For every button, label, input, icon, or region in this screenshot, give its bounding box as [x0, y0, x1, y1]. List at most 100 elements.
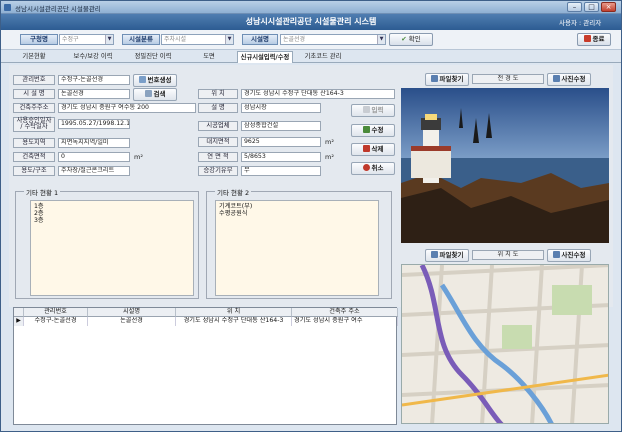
- building-area-label: 건축면적: [13, 152, 55, 162]
- folder-icon: [430, 75, 438, 82]
- elevator-field[interactable]: 무: [241, 166, 321, 176]
- mgmt-no-field[interactable]: 수정구-논골선경: [58, 75, 130, 85]
- use-struct-label: 용도/구조: [13, 166, 55, 176]
- other-status2-group: 기타 현황 2 기계코트(부) 수평공원식: [206, 187, 392, 299]
- photo-title: 전 경 도: [472, 74, 544, 84]
- site-area-field[interactable]: 9625: [241, 137, 321, 147]
- contractor-label: 시공업체: [198, 121, 238, 131]
- column-header[interactable]: 관리번호: [24, 308, 88, 317]
- row-selector-icon[interactable]: ▶: [14, 317, 24, 326]
- type-label: 시설분류: [122, 34, 160, 45]
- table-cell[interactable]: 경기도 성남시 중원구 여수: [292, 317, 398, 326]
- facility-select[interactable]: 논골선경 ▼: [280, 34, 386, 45]
- search-icon: [144, 90, 152, 97]
- photo-icon: [552, 251, 560, 258]
- contractor-field[interactable]: 삼성종합건설: [241, 121, 321, 131]
- designer-label: 설 명: [198, 103, 238, 113]
- photo-find-file-button[interactable]: 파일찾기: [425, 73, 469, 86]
- cancel-button[interactable]: 취소: [351, 162, 395, 175]
- number-icon: [138, 76, 146, 83]
- tab-repair-history[interactable]: 보수/보강 이력: [65, 51, 121, 63]
- exit-button[interactable]: 종료: [577, 33, 611, 46]
- confirm-button[interactable]: ✔ 확인: [389, 33, 433, 46]
- tab-inspection-history[interactable]: 정밀진단 이력: [127, 51, 179, 63]
- map-find-file-button[interactable]: 파일찾기: [425, 249, 469, 262]
- app-window: 성남시시설관리공단 시설물관리 – □ × 성남시시설관리공단 시설물관리 시스…: [0, 0, 622, 432]
- zoning-field[interactable]: 지면녹지지역/일미: [58, 138, 130, 148]
- tab-new-facility[interactable]: 신규시설입력/수정: [237, 51, 293, 63]
- input-button[interactable]: 입력: [351, 104, 395, 117]
- column-header[interactable]: 위 치: [176, 308, 292, 317]
- lighthouse-image: [401, 88, 609, 243]
- system-title: 성남시시설관리공단 시설물관리 시스템: [245, 17, 377, 26]
- owner-addr-field[interactable]: 경기도 성남시 중원구 여수동 200: [58, 103, 196, 113]
- column-header[interactable]: 건축주 주소: [292, 308, 398, 317]
- unit-m2: m²: [325, 138, 334, 146]
- row-header-cell: [14, 308, 24, 317]
- folder-icon: [430, 251, 438, 258]
- table-cell[interactable]: 논골선경: [88, 317, 176, 326]
- window-title: 성남시시설관리공단 시설물관리: [15, 5, 101, 13]
- user-label: 사용자 : 관리자: [559, 19, 602, 27]
- mgmt-no-label: 관리번호: [13, 75, 55, 85]
- edit-button[interactable]: 수정: [351, 124, 395, 137]
- map-title: 위 치 도: [472, 250, 544, 260]
- check-icon: ✔: [401, 35, 407, 43]
- unit-m2: m²: [134, 153, 143, 161]
- region-label: 구청명: [20, 34, 58, 45]
- delete-icon: [362, 145, 370, 152]
- photo-icon: [552, 75, 560, 82]
- tab-base-codes[interactable]: 기초코드 관리: [297, 51, 349, 63]
- edit-icon: [362, 126, 370, 133]
- approval-label: 사용승인일자 / 수탁일자: [13, 117, 55, 132]
- floor-area-field[interactable]: 5/8653: [241, 152, 321, 162]
- app-icon: [4, 4, 11, 11]
- building-area-field[interactable]: 0: [58, 152, 130, 162]
- close-button[interactable]: ×: [601, 2, 616, 12]
- region-select[interactable]: 수정구 ▼: [59, 34, 114, 45]
- unit-m2: m²: [325, 153, 334, 161]
- tab-drawings[interactable]: 도면: [191, 51, 227, 63]
- input-icon: [362, 106, 370, 113]
- tab-basic-status[interactable]: 기본현황: [15, 51, 53, 63]
- cancel-icon: [362, 164, 370, 171]
- approval-field[interactable]: 1995.05.27/1998.12.19: [58, 119, 130, 129]
- other-status1-label: 기타 현황 1: [24, 187, 61, 197]
- photo-edit-button[interactable]: 사진수정: [547, 73, 591, 86]
- facility-photo: [401, 88, 609, 243]
- location-label: 위 치: [198, 89, 238, 99]
- location-field[interactable]: 경기도 성남시 수정구 단대동 산164-3: [241, 89, 395, 99]
- search-button[interactable]: 검색: [133, 88, 177, 101]
- other-status1-textarea[interactable]: 1층 2층 3층: [30, 200, 194, 296]
- number-gen-button[interactable]: 번호생성: [133, 74, 177, 87]
- column-header[interactable]: 시설명: [88, 308, 176, 317]
- floor-area-label: 연 면 적: [198, 152, 238, 162]
- chevron-down-icon: ▼: [105, 35, 113, 44]
- table-cell[interactable]: 경기도 성남시 수정구 단대동 산164-3: [176, 317, 292, 326]
- type-select[interactable]: 주차시설 ▼: [161, 34, 234, 45]
- elevator-label: 승강기유무: [198, 166, 238, 176]
- minimize-button[interactable]: –: [567, 2, 582, 12]
- location-map: [401, 264, 609, 424]
- designer-field[interactable]: 성남시장: [241, 103, 321, 113]
- other-status2-textarea[interactable]: 기계코트(부) 수평공원식: [215, 200, 379, 296]
- tab-bar: 기본현황 보수/보강 이력 정밀진단 이력 도면 신규시설입력/수정 기초코드 …: [1, 50, 621, 63]
- system-header: 성남시시설관리공단 시설물관리 시스템 사용자 : 관리자: [1, 14, 621, 30]
- facility-table: 관리번호 시설명 위 치 건축주 주소 ▶ 수정구-논골선경 논골선경 경기도 …: [13, 307, 398, 425]
- zoning-label: 용도지역: [13, 138, 55, 148]
- facility-name-label: 시 설 명: [13, 89, 55, 99]
- maximize-button[interactable]: □: [584, 2, 599, 12]
- filter-bar: 구청명 수정구 ▼ 시설분류 주차시설 ▼ 시설명 논골선경 ▼ ✔ 확인 종료: [1, 30, 621, 50]
- exit-icon: [583, 35, 591, 42]
- facility-label: 시설명: [242, 34, 278, 45]
- use-struct-field[interactable]: 주차장/철근콘크리트: [58, 166, 130, 176]
- chevron-down-icon: ▼: [377, 35, 385, 44]
- owner-addr-label: 건축주주소: [13, 103, 55, 113]
- site-area-label: 대지면적: [198, 137, 238, 147]
- other-status1-group: 기타 현황 1 1층 2층 3층: [15, 187, 199, 299]
- table-cell[interactable]: 수정구-논골선경: [24, 317, 88, 326]
- chevron-down-icon: ▼: [225, 35, 233, 44]
- facility-name-field[interactable]: 논골선경: [58, 89, 130, 99]
- delete-button[interactable]: 삭제: [351, 143, 395, 156]
- map-edit-button[interactable]: 사진수정: [547, 249, 591, 262]
